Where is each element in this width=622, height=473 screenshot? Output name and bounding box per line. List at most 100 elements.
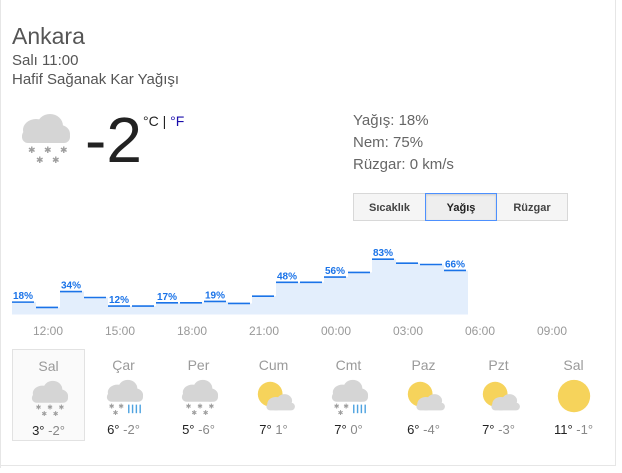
forecast-temps: 7° -3°: [462, 422, 535, 438]
sun-icon: [557, 379, 590, 413]
precipitation-label: 56%: [325, 266, 345, 277]
tab-precipitation[interactable]: Yağış: [425, 193, 497, 221]
forecast-day[interactable]: Çar ✱ ✱ ✱ 6° -2°: [87, 349, 160, 441]
svg-text:✱: ✱: [118, 402, 124, 410]
forecast-high: 5°: [182, 422, 195, 437]
precipitation-label: 66%: [445, 259, 465, 270]
weather-condition: Hafif Sağanak Kar Yağışı: [12, 71, 180, 88]
hour-tick-label: 12:00: [33, 324, 64, 338]
card-border-left: [0, 0, 1, 468]
precipitation-label: 48%: [277, 271, 297, 282]
hour-tick-label: 21:00: [249, 324, 280, 338]
svg-text:✱: ✱: [52, 156, 60, 166]
forecast-low: -6°: [198, 422, 215, 437]
svg-text:✱: ✱: [58, 403, 64, 411]
current-temperature: -2: [85, 104, 142, 176]
forecast-high: 7°: [334, 422, 347, 437]
forecast-day[interactable]: Cum 7° 1°: [237, 349, 310, 441]
forecast-low: -4°: [423, 422, 440, 437]
svg-text:✱: ✱: [28, 146, 36, 156]
precipitation-value: Yağış: 18%: [353, 112, 429, 129]
forecast-day[interactable]: Per ✱ ✱ ✱ ✱ ✱ 5° -6°: [162, 349, 235, 441]
forecast-low: -1°: [576, 422, 594, 437]
forecast-temps: 6° -4°: [387, 422, 460, 438]
wind-value: Rüzgar: 0 km/s: [353, 156, 454, 173]
forecast-day[interactable]: Sal 11° -1°: [537, 349, 610, 441]
forecast-temps: 5° -6°: [162, 422, 235, 438]
hour-tick-label: 00:00: [321, 324, 352, 338]
precipitation-label: 34%: [61, 281, 81, 292]
hour-axis: 12:00 15:00 18:00 21:00 00:00 03:00 06:00 09:00: [0, 324, 622, 340]
forecast-day[interactable]: Sal ✱ ✱ ✱ ✱ ✱ 3° -2°: [12, 349, 85, 441]
forecast-day[interactable]: Pzt 7° -3°: [462, 349, 535, 441]
snow-cloud-icon: ✱ ✱ ✱✱ ✱: [181, 379, 218, 417]
forecast-temps: 7° 0°: [312, 422, 385, 438]
hour-tick-label: 18:00: [177, 324, 208, 338]
forecast-day-name: Cmt: [335, 357, 362, 373]
forecast-high: 7°: [482, 422, 495, 437]
forecast-temps: 7° 1°: [237, 422, 310, 438]
forecast-low: 1°: [275, 422, 288, 437]
unit-fahrenheit-link[interactable]: °F: [170, 113, 184, 129]
forecast-temps: 3° -2°: [13, 423, 84, 439]
unit-celsius[interactable]: °C: [143, 113, 159, 129]
svg-text:✱: ✱: [197, 402, 203, 410]
forecast-low: -2°: [48, 423, 65, 438]
svg-text:✱: ✱: [185, 402, 191, 410]
svg-text:✱: ✱: [35, 403, 41, 411]
chart-tabs: Sıcaklık Yağış Rüzgar: [353, 193, 568, 221]
unit-separator: |: [158, 113, 171, 129]
forecast-high: 11°: [553, 422, 573, 437]
precipitation-label: 12%: [109, 295, 129, 306]
forecast-day-name: Sal: [563, 357, 584, 373]
precipitation-chart: 18% 34% 12% 17% 19% 48% 56% 83% 66%: [12, 248, 468, 315]
forecast-day-name: Cum: [258, 357, 289, 373]
forecast-low: -3°: [498, 422, 515, 437]
forecast-high: 3°: [32, 423, 45, 438]
precipitation-label: 19%: [205, 290, 225, 301]
svg-text:✱: ✱: [44, 146, 52, 156]
forecast-day-name: Paz: [411, 357, 436, 373]
forecast-day-name: Pzt: [488, 357, 509, 373]
svg-text:✱: ✱: [208, 402, 214, 410]
hour-tick-label: 09:00: [537, 324, 568, 338]
svg-text:✱: ✱: [343, 402, 349, 410]
svg-text:✱: ✱: [202, 409, 208, 417]
svg-text:✱: ✱: [47, 403, 53, 411]
precipitation-label: 18%: [13, 291, 33, 302]
hour-tick-label: 03:00: [393, 324, 424, 338]
svg-text:✱: ✱: [60, 146, 68, 156]
unit-toggle: °C | °F: [143, 113, 184, 129]
svg-text:✱: ✱: [191, 409, 197, 417]
card-border-bottom: [0, 465, 616, 466]
city-name: Ankara: [12, 23, 85, 49]
svg-text:✱: ✱: [337, 409, 343, 417]
svg-text:✱: ✱: [52, 410, 58, 418]
forecast-low: 0°: [350, 422, 363, 437]
forecast-day[interactable]: Cmt ✱ ✱ ✱ 7° 0°: [312, 349, 385, 441]
day-time: Salı 11:00: [12, 52, 79, 69]
svg-text:✱: ✱: [112, 409, 118, 417]
svg-text:✱: ✱: [41, 410, 47, 418]
precipitation-label: 83%: [373, 248, 393, 259]
forecast-low: -2°: [123, 422, 140, 437]
precipitation-label: 17%: [157, 292, 177, 303]
snow-cloud-icon: ✱ ✱ ✱✱ ✱: [31, 380, 68, 418]
partly-cloudy-icon: [482, 381, 520, 411]
forecast-day[interactable]: Paz 6° -4°: [387, 349, 460, 441]
forecast-day-name: Sal: [38, 358, 59, 374]
forecast-day-name: Çar: [112, 357, 135, 373]
partly-cloudy-icon: [407, 381, 445, 411]
forecast-high: 6°: [407, 422, 420, 437]
tab-wind[interactable]: Rüzgar: [496, 193, 568, 221]
forecast-temps: 11° -1°: [537, 422, 610, 438]
hour-tick-label: 06:00: [465, 324, 496, 338]
forecast-temps: 6° -2°: [87, 422, 160, 438]
humidity-value: Nem: 75%: [353, 134, 424, 151]
partly-cloudy-icon: [257, 381, 295, 411]
snow-rain-cloud-icon: ✱ ✱✱: [106, 379, 143, 417]
forecast-high: 7°: [259, 422, 272, 437]
forecast-high: 6°: [107, 422, 120, 437]
tab-temperature[interactable]: Sıcaklık: [353, 193, 426, 221]
hour-tick-label: 15:00: [105, 324, 136, 338]
